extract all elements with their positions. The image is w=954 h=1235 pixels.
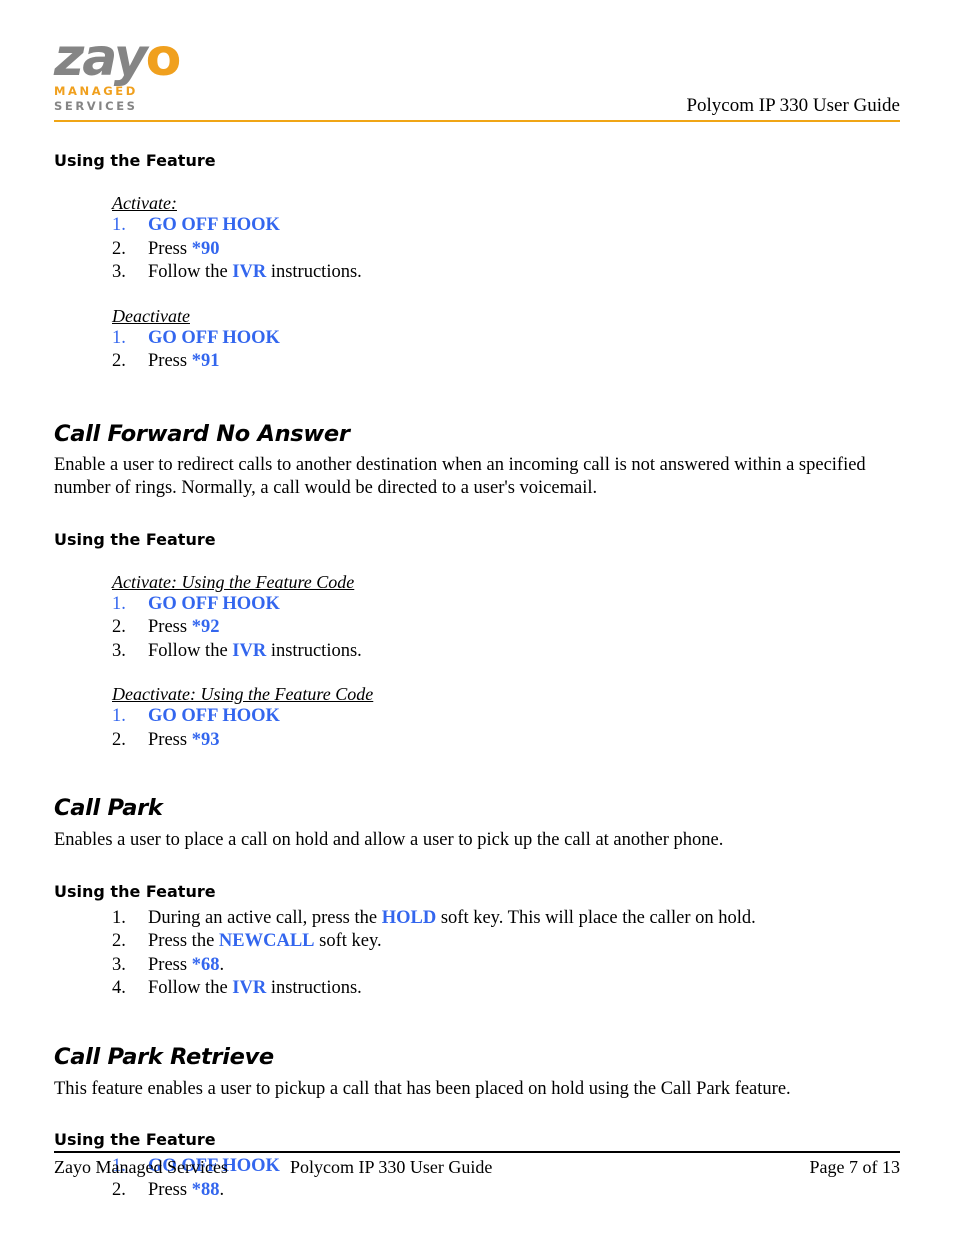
list-item: 2. Press *90 (112, 238, 900, 262)
step-text-ivr: IVR (232, 978, 267, 998)
step-text-code: *91 (191, 351, 220, 371)
page-footer: Zayo Managed Services Polycom IP 330 Use… (54, 1157, 900, 1183)
logo-wordmark-main: zay (54, 28, 148, 88)
page-title-call-park-retrieve: Call Park Retrieve (54, 1043, 274, 1070)
step-text: instructions. (266, 640, 362, 661)
step-number: 2. (112, 617, 126, 637)
subheading-using-the-feature: Using the Feature (54, 1130, 216, 1149)
step-number: 1. (112, 593, 126, 614)
step-text-ivr: IVR (232, 262, 267, 282)
step-text-command: GO OFF HOOK (148, 327, 280, 348)
list-item: 4. Follow the IVR instructions. (112, 977, 900, 1001)
step-text: soft key. (314, 931, 382, 951)
step-number: 3. (112, 640, 126, 661)
step-number: 1. (112, 706, 126, 726)
step-number: 2. (112, 729, 126, 750)
zayo-logo: zayo MANAGED SERVICES (54, 32, 254, 113)
step-number: 3. (112, 954, 126, 975)
step-text-ivr: IVR (232, 640, 267, 661)
list-item: 1. GO OFF HOOK (112, 327, 900, 351)
step-list-call-park: 1. During an active call, press the HOLD … (112, 907, 900, 1001)
step-text: During an active call, press the (148, 907, 382, 928)
step-text-code: *68 (191, 954, 220, 975)
header-document-title: Polycom IP 330 User Guide (686, 95, 900, 116)
step-number: 4. (112, 978, 126, 998)
section-call-forward-no-answer: Call Forward No Answer Enable a user to … (54, 420, 900, 753)
step-text: Press (148, 954, 192, 975)
section-description: Enables a user to place a call on hold a… (54, 830, 724, 850)
step-text: instructions. (266, 978, 362, 998)
step-text-code: *93 (191, 729, 220, 750)
step-text: Follow the (148, 640, 233, 661)
step-text: Follow the (148, 262, 233, 282)
list-item: 1. GO OFF HOOK (112, 593, 900, 617)
step-text: soft key. This will place the caller on … (436, 907, 756, 928)
step-list-activate: 1. GO OFF HOOK 2. Press *92 3. Follow the I… (112, 593, 900, 664)
step-text-newcall-key: NEWCALL (218, 931, 315, 951)
list-item: 2. Press *92 (112, 616, 900, 640)
document-body: Using the Feature Activate: 1. GO OFF HOO… (54, 150, 900, 1202)
step-text: Press (148, 617, 192, 637)
step-text-command: GO OFF HOOK (148, 706, 280, 726)
step-number: 2. (112, 931, 126, 951)
step-text-command: GO OFF HOOK (148, 593, 280, 614)
list-item: 2. Press *91 (112, 350, 900, 374)
group-label-activate-feature-code: Activate: Using the Feature Code (112, 571, 355, 592)
group-label-deactivate: Deactivate (112, 305, 190, 326)
step-text: . (219, 954, 225, 975)
document-page: zayo MANAGED SERVICES Polycom IP 330 Use… (0, 0, 954, 1235)
list-item: 1. GO OFF HOOK (112, 705, 900, 729)
subheading-using-the-feature: Using the Feature (54, 881, 216, 901)
footer-document-title: Polycom IP 330 User Guide (290, 1157, 493, 1177)
page-title-call-park: Call Park (54, 795, 163, 821)
step-number: 2. (112, 351, 126, 371)
list-item: 2. Press *93 (112, 729, 900, 753)
step-list-deactivate: 1. GO OFF HOOK 2. Press *93 (112, 705, 900, 752)
list-item: 1. During an active call, press the HOLD … (112, 907, 900, 931)
group-label-deactivate-feature-code: Deactivate: Using the Feature Code (112, 684, 374, 704)
list-item: 2. Press the NEWCALL soft key. (112, 930, 900, 954)
step-list-activate: 1. GO OFF HOOK 2. Press *90 3. Follow the I… (112, 214, 900, 285)
header-divider-rule (54, 120, 900, 122)
step-text: Press the (148, 931, 219, 951)
step-text: Press (148, 729, 192, 750)
step-text-code: *92 (191, 617, 220, 637)
step-text: Follow the (148, 978, 233, 998)
section-description: This feature enables a user to pickup a … (54, 1078, 791, 1099)
step-text: instructions. (266, 262, 362, 282)
subheading-using-the-feature: Using the Feature (54, 151, 216, 170)
section-call-park: Call Park Enables a user to place a call… (54, 794, 900, 1001)
logo-wordmark: zayo (54, 32, 254, 84)
step-text-command: GO OFF HOOK (148, 215, 280, 235)
list-item: 1. GO OFF HOOK (112, 214, 900, 238)
footer-company: Zayo Managed Services (54, 1157, 228, 1177)
footer-page-number: Page 7 of 13 (809, 1157, 900, 1177)
step-number: 2. (112, 238, 126, 259)
step-list-deactivate: 1. GO OFF HOOK 2. Press *91 (112, 327, 900, 374)
step-text: Press (148, 238, 192, 259)
section-description: Enable a user to redirect calls to anoth… (54, 454, 866, 499)
list-item: 3. Press *68. (112, 954, 900, 978)
step-number: 1. (112, 907, 126, 928)
list-item: 3. Follow the IVR instructions. (112, 261, 900, 285)
list-item: 3. Follow the IVR instructions. (112, 640, 900, 664)
step-number: 1. (112, 215, 126, 235)
group-label-activate: Activate: (112, 193, 177, 213)
page-title-call-forward-no-answer: Call Forward No Answer (54, 420, 350, 447)
logo-wordmark-accent: o (145, 28, 182, 88)
subheading-using-the-feature: Using the Feature (54, 529, 216, 549)
step-text-code: *90 (191, 238, 220, 259)
page-header: zayo MANAGED SERVICES Polycom IP 330 Use… (54, 32, 900, 122)
step-number: 1. (112, 327, 126, 348)
logo-tagline-services: SERVICES (54, 99, 138, 113)
step-text: Press (148, 351, 192, 371)
step-number: 3. (112, 262, 126, 282)
step-text-hold-key: HOLD (381, 907, 437, 928)
section-call-forward-busy-continued: Using the Feature Activate: 1. GO OFF HOO… (54, 150, 900, 374)
footer-divider-rule (54, 1151, 900, 1153)
